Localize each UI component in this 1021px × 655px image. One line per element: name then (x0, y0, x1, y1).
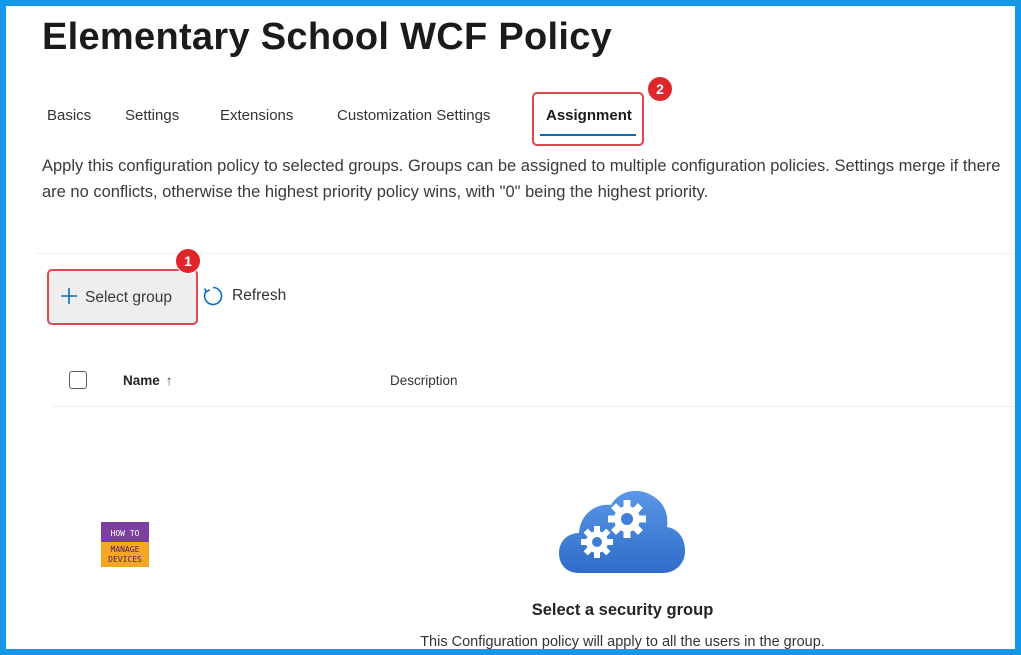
screenshot-frame: Elementary School WCF Policy Basics Sett… (0, 0, 1021, 655)
tab-basics[interactable]: Basics (47, 107, 91, 124)
select-group-label: Select group (85, 289, 173, 306)
table-header: Name ↑ Description (52, 358, 1015, 407)
tab-settings[interactable]: Settings (125, 107, 179, 124)
step-1-badge: 1 (175, 248, 201, 274)
column-header-description: Description (390, 373, 458, 388)
tab-extensions[interactable]: Extensions (220, 107, 293, 124)
refresh-label: Refresh (232, 287, 287, 304)
plus-icon (59, 286, 79, 311)
step-2-badge: 2 (647, 76, 673, 102)
select-all-checkbox[interactable] (69, 371, 87, 389)
how-to-manage-devices-logo: HOW TO MANAGE DEVICES (101, 522, 149, 567)
tab-customization-settings[interactable]: Customization Settings (337, 107, 490, 124)
empty-state-subtitle: This Configuration policy will apply to … (420, 634, 825, 650)
cloud-gears-icon (559, 487, 685, 575)
svg-text:MANAGE: MANAGE (111, 545, 140, 554)
empty-state-title: Select a security group (531, 601, 714, 619)
svg-text:HOW TO: HOW TO (111, 529, 140, 538)
assignment-description: Apply this configuration policy to selec… (42, 157, 1001, 201)
page-title: Elementary School WCF Policy (42, 16, 613, 58)
sort-ascending-icon: ↑ (165, 373, 173, 388)
column-header-name[interactable]: Name ↑ (123, 373, 173, 388)
assignment-tab-highlight (532, 92, 644, 146)
svg-text:DEVICES: DEVICES (108, 555, 142, 564)
select-group-button[interactable]: Select group (47, 269, 198, 325)
refresh-icon (202, 285, 224, 312)
